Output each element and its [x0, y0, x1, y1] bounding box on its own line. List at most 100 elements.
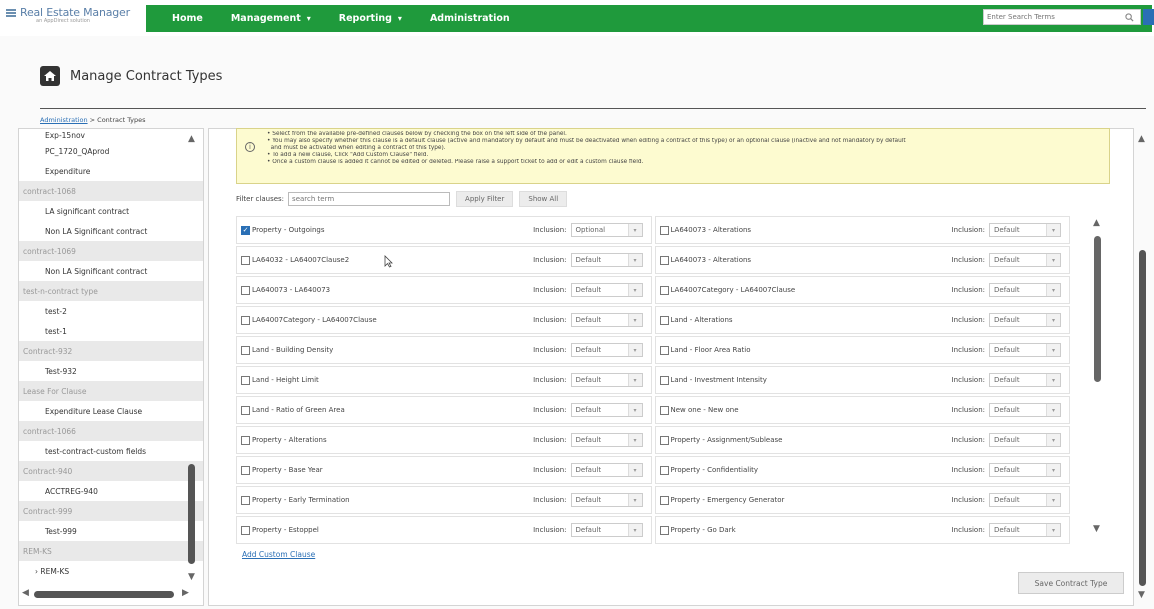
chevron-down-icon[interactable]: ▾: [627, 224, 642, 236]
inclusion-select[interactable]: Default ▾: [989, 313, 1061, 327]
clause-checkbox[interactable]: [241, 465, 250, 475]
scroll-thumb[interactable]: [188, 464, 195, 564]
contract-type-item[interactable]: test-2: [19, 301, 203, 321]
scroll-down-icon[interactable]: ▼: [188, 572, 195, 582]
filter-input[interactable]: [288, 192, 451, 206]
inclusion-select[interactable]: Default ▾: [570, 313, 643, 327]
chevron-down-icon[interactable]: ▾: [1046, 254, 1060, 266]
inclusion-select[interactable]: Default ▾: [989, 433, 1061, 447]
chevron-down-icon[interactable]: ▾: [1046, 524, 1060, 536]
add-custom-clause-link[interactable]: Add Custom Clause: [242, 550, 315, 559]
contract-type-item[interactable]: LA significant contract: [19, 201, 203, 221]
clause-checkbox[interactable]: [241, 345, 250, 355]
inclusion-select[interactable]: Default ▾: [570, 343, 643, 357]
search-input[interactable]: [984, 10, 1120, 24]
clause-checkbox[interactable]: [659, 405, 669, 415]
chevron-down-icon[interactable]: ▾: [627, 464, 642, 476]
clause-checkbox[interactable]: [241, 435, 250, 445]
inclusion-select[interactable]: Default ▾: [570, 403, 643, 417]
inclusion-select[interactable]: Default ▾: [570, 253, 643, 267]
apply-filter-button[interactable]: Apply Filter: [456, 191, 514, 207]
chevron-down-icon[interactable]: ▾: [1046, 224, 1060, 236]
contract-type-item[interactable]: Test-932: [19, 361, 203, 381]
chevron-down-icon[interactable]: ▾: [627, 404, 642, 416]
inclusion-select[interactable]: Default ▾: [570, 463, 643, 477]
scroll-thumb[interactable]: [1094, 236, 1101, 382]
save-contract-type-button[interactable]: Save Contract Type: [1018, 572, 1124, 594]
clause-checkbox[interactable]: [659, 525, 669, 535]
chevron-down-icon[interactable]: ▾: [1046, 434, 1060, 446]
inclusion-select[interactable]: Default ▾: [570, 493, 643, 507]
inclusion-select[interactable]: Default ▾: [989, 253, 1061, 267]
contract-type-item[interactable]: Non LA Significant contract: [19, 261, 203, 281]
chevron-down-icon[interactable]: ▾: [1046, 404, 1060, 416]
chevron-down-icon[interactable]: ▾: [1046, 374, 1060, 386]
scroll-up-icon[interactable]: ▲: [188, 134, 195, 144]
clause-checkbox[interactable]: [659, 495, 669, 505]
page-scrollbar[interactable]: ▲ ▼: [1136, 134, 1150, 604]
chevron-down-icon[interactable]: ▾: [1046, 464, 1060, 476]
scroll-down-icon[interactable]: ▼: [1138, 590, 1145, 600]
inclusion-select[interactable]: Default ▾: [989, 223, 1061, 237]
inclusion-select[interactable]: Default ▾: [989, 403, 1061, 417]
chevron-down-icon[interactable]: ▾: [627, 524, 642, 536]
breadcrumb-administration-link[interactable]: Administration: [40, 116, 88, 124]
hamburger-menu-icon[interactable]: [6, 9, 16, 17]
contract-list-hscrollbar[interactable]: ◀ ▶: [22, 588, 192, 602]
inclusion-select[interactable]: Default ▾: [989, 343, 1061, 357]
inclusion-select[interactable]: Default ▾: [989, 523, 1061, 537]
scroll-left-icon[interactable]: ◀: [22, 588, 29, 598]
contract-type-item[interactable]: test-contract-custom fields: [19, 441, 203, 461]
clause-checkbox[interactable]: [241, 495, 250, 505]
nav-item-home[interactable]: Home: [172, 13, 203, 24]
chevron-down-icon[interactable]: ▾: [1046, 314, 1060, 326]
chevron-down-icon[interactable]: ▾: [1046, 494, 1060, 506]
search-icon[interactable]: [1120, 10, 1138, 24]
nav-item-reporting[interactable]: Reporting ▾: [339, 13, 402, 24]
nav-item-administration[interactable]: Administration: [430, 13, 510, 24]
clause-checkbox[interactable]: [659, 255, 669, 265]
clause-checkbox[interactable]: [241, 315, 250, 325]
chevron-down-icon[interactable]: ▾: [627, 434, 642, 446]
clause-grid-scrollbar[interactable]: ▲ ▼: [1092, 218, 1104, 538]
nav-item-management[interactable]: Management ▾: [231, 13, 311, 24]
clause-checkbox[interactable]: [659, 435, 669, 445]
chevron-down-icon[interactable]: ▾: [1046, 344, 1060, 356]
clause-checkbox[interactable]: [659, 375, 669, 385]
inclusion-select[interactable]: Default ▾: [570, 283, 643, 297]
clause-checkbox[interactable]: [659, 225, 669, 235]
brand[interactable]: Real Estate Manager an AppDirect solutio…: [6, 6, 130, 24]
contract-type-item[interactable]: Exp-15nov: [19, 129, 203, 141]
scroll-up-icon[interactable]: ▲: [1138, 134, 1145, 144]
chevron-down-icon[interactable]: ▾: [627, 374, 642, 386]
contract-type-item[interactable]: Test-999: [19, 521, 203, 541]
inclusion-select[interactable]: Optional ▾: [570, 223, 643, 237]
inclusion-select[interactable]: Default ▾: [570, 523, 643, 537]
clause-checkbox[interactable]: [659, 315, 669, 325]
clause-checkbox[interactable]: [659, 285, 669, 295]
user-menu-button[interactable]: [1143, 9, 1154, 25]
contract-type-item[interactable]: PC_1720_QAprod: [19, 141, 203, 161]
chevron-down-icon[interactable]: ▾: [627, 494, 642, 506]
clause-checkbox[interactable]: [241, 255, 250, 265]
inclusion-select[interactable]: Default ▾: [989, 493, 1061, 507]
clause-checkbox[interactable]: [659, 465, 669, 475]
scroll-up-icon[interactable]: ▲: [1093, 218, 1100, 228]
contract-type-item[interactable]: Non LA Significant contract: [19, 221, 203, 241]
contract-type-item[interactable]: test-1: [19, 321, 203, 341]
chevron-down-icon[interactable]: ▾: [627, 254, 642, 266]
clause-checkbox[interactable]: [659, 345, 669, 355]
scroll-down-icon[interactable]: ▼: [1093, 524, 1100, 534]
hscroll-thumb[interactable]: [34, 591, 174, 598]
chevron-down-icon[interactable]: ▾: [627, 314, 642, 326]
chevron-down-icon[interactable]: ▾: [627, 284, 642, 296]
contract-type-item[interactable]: Expenditure: [19, 161, 203, 181]
contract-type-item[interactable]: ACCTREG-940: [19, 481, 203, 501]
scroll-thumb[interactable]: [1139, 250, 1146, 586]
clause-checkbox[interactable]: [241, 285, 250, 295]
chevron-down-icon[interactable]: ▾: [1046, 284, 1060, 296]
clause-checkbox[interactable]: [241, 375, 250, 385]
contract-list-scrollbar[interactable]: ▲ ▼: [186, 134, 200, 582]
clause-checkbox[interactable]: [241, 405, 250, 415]
chevron-down-icon[interactable]: ▾: [627, 344, 642, 356]
